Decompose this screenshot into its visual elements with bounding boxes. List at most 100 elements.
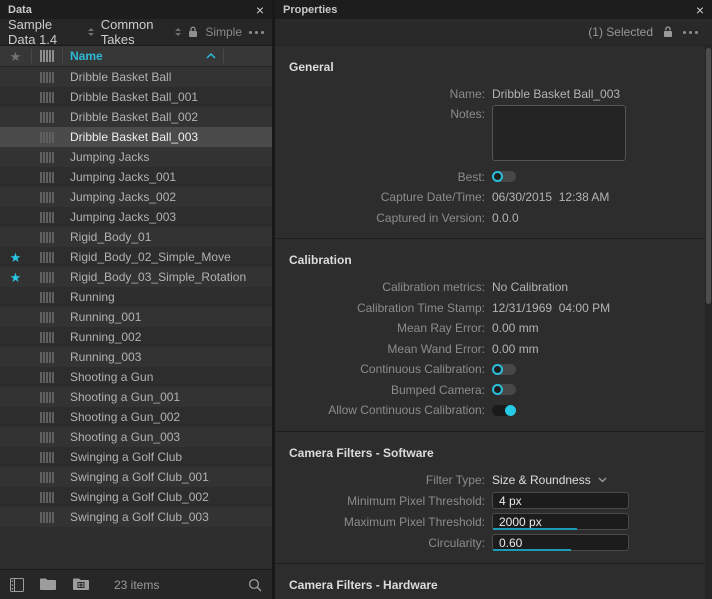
take-row[interactable]: Dribble Basket Ball [0,67,272,87]
take-name[interactable]: Jumping Jacks_001 [62,170,272,184]
take-row[interactable]: Running_001 [0,307,272,327]
take-columns-icon [31,512,62,523]
take-name[interactable]: Running_002 [62,330,272,344]
property-row: Best: [275,167,705,188]
take-row[interactable]: Jumping Jacks_002 [0,187,272,207]
close-icon[interactable]: × [256,3,264,17]
take-name[interactable]: Jumping Jacks_003 [62,210,272,224]
scrollbar-thumb[interactable] [706,48,711,304]
take-name[interactable]: Rigid_Body_03_Simple_Rotation [62,270,272,284]
new-folder-icon[interactable] [73,578,90,591]
close-icon[interactable]: × [696,3,704,17]
property-label: Minimum Pixel Threshold: [275,494,485,508]
data-panel-title: Data [8,4,32,16]
property-value [492,105,626,161]
take-row[interactable]: Jumping Jacks_001 [0,167,272,187]
take-name[interactable]: Running_001 [62,310,272,324]
toggle-knob [492,171,503,182]
toggle-switch[interactable] [492,171,516,182]
unlock-icon[interactable] [663,26,673,38]
take-row[interactable]: Dribble Basket Ball_002 [0,107,272,127]
property-label: Continuous Calibration: [275,362,485,376]
take-name[interactable]: Dribble Basket Ball_003 [62,130,272,144]
take-row[interactable]: Shooting a Gun_001 [0,387,272,407]
session-panel-icon[interactable] [10,578,24,592]
take-row[interactable]: Rigid_Body_01 [0,227,272,247]
take-group-selector[interactable]: Common Takes [101,17,169,47]
value-input-field[interactable] [492,534,629,551]
take-row[interactable]: Jumping Jacks [0,147,272,167]
value-input[interactable] [493,494,628,508]
take-row[interactable]: Running [0,287,272,307]
take-name[interactable]: Swinging a Golf Club_002 [62,490,272,504]
notes-textarea[interactable] [492,105,626,161]
property-label: Mean Wand Error: [275,342,485,356]
take-name[interactable]: Shooting a Gun_003 [62,430,272,444]
property-label: Capture Date/Time: [275,190,485,204]
value-input-field[interactable] [492,513,629,530]
dropdown-select[interactable]: Size & Roundness [492,473,607,487]
take-row[interactable]: ★ Rigid_Body_03_Simple_Rotation [0,267,272,287]
take-name[interactable]: Swinging a Golf Club [62,450,272,464]
toggle-switch[interactable] [492,364,516,375]
name-column-header[interactable]: Name [62,49,272,63]
value-input-field[interactable] [492,492,629,509]
take-name[interactable]: Shooting a Gun_002 [62,410,272,424]
take-columns-icon [31,312,62,323]
simple-mode-label[interactable]: Simple [205,25,242,39]
toggle-switch[interactable] [492,405,516,416]
take-name[interactable]: Dribble Basket Ball [62,70,272,84]
menu-dots-icon[interactable] [683,31,698,34]
open-folder-icon[interactable] [40,578,57,591]
take-row[interactable]: Swinging a Golf Club [0,447,272,467]
take-row[interactable]: Swinging a Golf Club_003 [0,507,272,527]
take-row[interactable]: Dribble Basket Ball_003 [0,127,272,147]
columns-column-icon[interactable] [31,50,62,62]
take-name[interactable]: Swinging a Golf Club_003 [62,510,272,524]
take-row[interactable]: Dribble Basket Ball_001 [0,87,272,107]
star-icon[interactable]: ★ [0,251,31,264]
take-name[interactable]: Dribble Basket Ball_002 [62,110,272,124]
take-columns-icon [31,452,62,463]
take-columns-icon [31,72,62,83]
value-input[interactable] [493,515,628,529]
toggle-switch[interactable] [492,384,516,395]
take-name[interactable]: Jumping Jacks_002 [62,190,272,204]
property-value: Dribble Basket Ball_003 [492,87,620,101]
search-icon[interactable] [248,578,262,592]
take-row[interactable]: ★ Rigid_Body_02_Simple_Move [0,247,272,267]
star-icon[interactable]: ★ [0,271,31,284]
vertical-scrollbar[interactable] [705,46,712,599]
take-row[interactable]: Shooting a Gun_003 [0,427,272,447]
take-row[interactable]: Jumping Jacks_003 [0,207,272,227]
property-label: Name: [275,87,485,101]
star-column-icon[interactable]: ★ [0,50,31,63]
take-row[interactable]: Running_003 [0,347,272,367]
spinner-icon[interactable] [88,28,94,36]
sort-ascending-icon[interactable] [206,53,216,59]
property-row: Minimum Pixel Threshold: [275,490,705,511]
take-name[interactable]: Swinging a Golf Club_001 [62,470,272,484]
value-input[interactable] [493,536,628,550]
menu-dots-icon[interactable] [249,31,264,34]
property-row: Bumped Camera: [275,380,705,401]
take-row[interactable]: Swinging a Golf Club_001 [0,467,272,487]
take-columns-icon [31,432,62,443]
take-name[interactable]: Rigid_Body_02_Simple_Move [62,250,272,264]
lock-icon[interactable] [188,26,198,38]
take-name[interactable]: Shooting a Gun [62,370,272,384]
take-row[interactable]: Shooting a Gun_002 [0,407,272,427]
take-name[interactable]: Rigid_Body_01 [62,230,272,244]
take-name[interactable]: Running_003 [62,350,272,364]
take-name[interactable]: Running [62,290,272,304]
property-label: Notes: [275,105,485,121]
chevron-down-icon [598,477,607,483]
session-selector[interactable]: Sample Data 1.4 [8,17,81,47]
take-row[interactable]: Shooting a Gun [0,367,272,387]
take-row[interactable]: Swinging a Golf Club_002 [0,487,272,507]
spinner-icon[interactable] [175,28,181,36]
take-name[interactable]: Jumping Jacks [62,150,272,164]
take-row[interactable]: Running_002 [0,327,272,347]
take-name[interactable]: Dribble Basket Ball_001 [62,90,272,104]
take-name[interactable]: Shooting a Gun_001 [62,390,272,404]
